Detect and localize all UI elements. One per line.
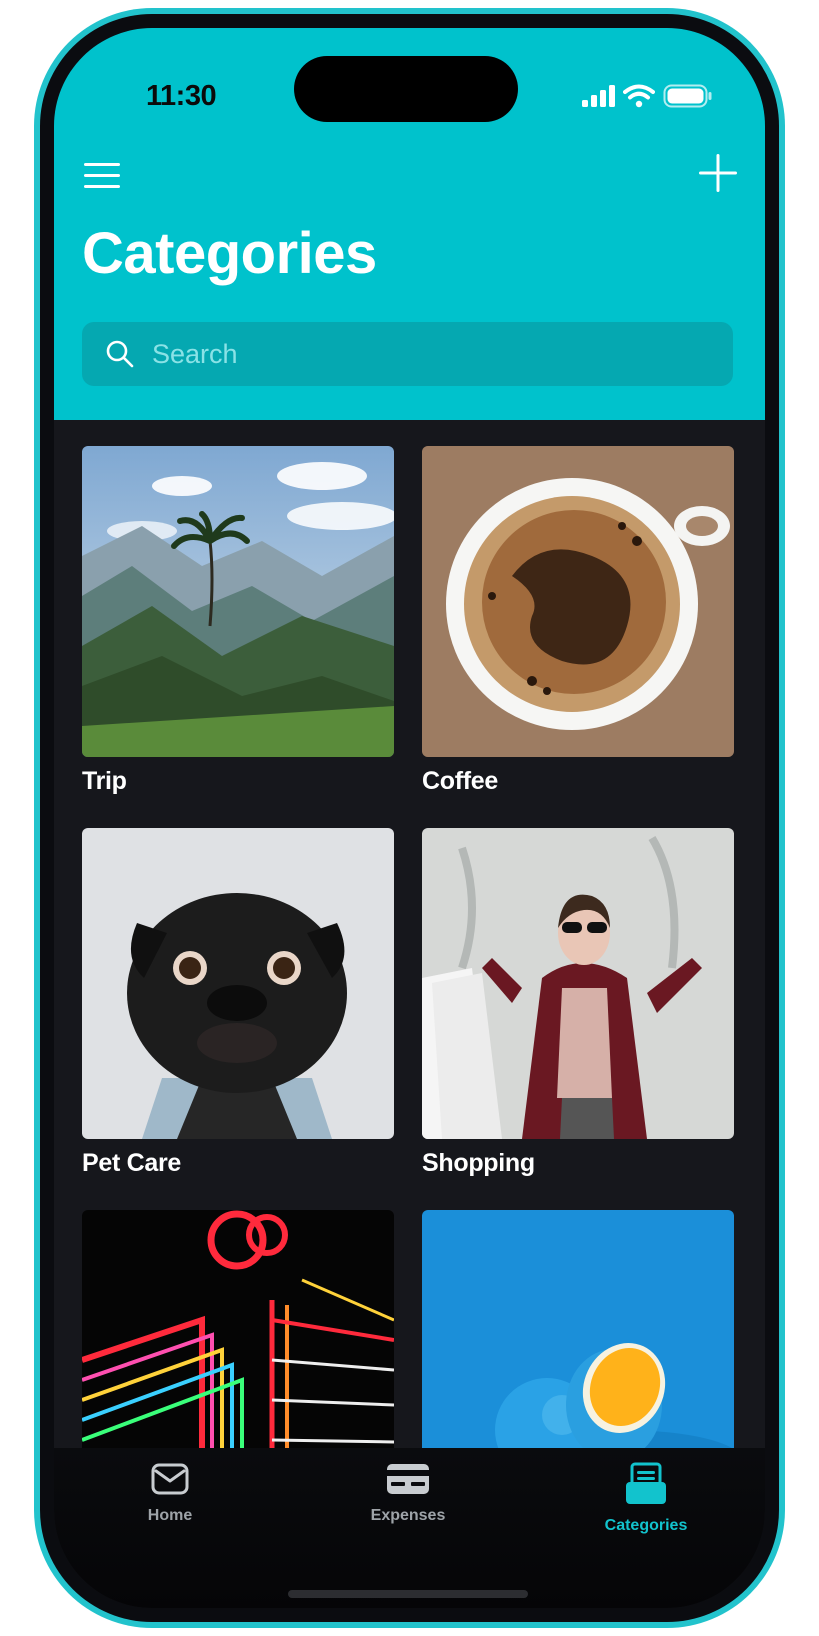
search-bar[interactable] (82, 322, 733, 386)
tab-label-categories: Categories (604, 1517, 688, 1534)
battery-icon (663, 84, 712, 108)
header: 11:30 Categories Search (54, 28, 765, 420)
menu-button[interactable] (82, 158, 124, 194)
cellular-signal-icon (582, 85, 615, 107)
tab-label-expenses: Expenses (370, 1507, 446, 1524)
hamburger-menu-icon (84, 163, 120, 188)
envelope-icon (151, 1463, 189, 1495)
plus-icon (699, 154, 737, 192)
category-label: Shopping (422, 1149, 535, 1177)
category-tile-trip[interactable]: Trip (82, 446, 394, 796)
tab-expenses[interactable]: Expenses (338, 1462, 478, 1525)
app-screen: 11:30 Categories Search Trip Coffee Pet … (54, 28, 765, 1608)
category-image-coffee (422, 446, 734, 757)
credit-card-icon (387, 1464, 429, 1494)
search-input[interactable] (150, 337, 714, 371)
wifi-icon (623, 84, 655, 108)
tab-home[interactable]: Home (100, 1462, 240, 1525)
category-image-trip (82, 446, 394, 757)
category-label: Pet Care (82, 1149, 182, 1177)
search-icon (106, 340, 134, 368)
phone-frame: 11:30 Categories Search Trip Coffee Pet … (34, 8, 785, 1628)
status-icons (581, 80, 713, 112)
tab-bar: Home Expenses Categories (54, 1448, 765, 1608)
home-indicator[interactable] (288, 1590, 528, 1598)
category-tile-shopping[interactable]: Shopping (422, 828, 734, 1178)
tab-categories[interactable]: Categories (576, 1462, 716, 1535)
category-image-shopping (422, 828, 734, 1139)
tab-label-home: Home (147, 1507, 193, 1524)
page-title: Categories (82, 221, 377, 286)
category-tile-pet-care[interactable]: Pet Care (82, 828, 394, 1178)
category-image-pet-care (82, 828, 394, 1139)
phone-bezel: 11:30 Categories Search Trip Coffee Pet … (40, 14, 779, 1622)
category-label: Trip (82, 767, 127, 795)
category-tile-coffee[interactable]: Coffee (422, 446, 734, 796)
stacked-documents-icon (626, 1462, 666, 1504)
status-time: 11:30 (146, 80, 217, 112)
category-label: Coffee (422, 767, 498, 795)
add-category-button[interactable] (695, 150, 741, 196)
dynamic-island (294, 56, 518, 122)
